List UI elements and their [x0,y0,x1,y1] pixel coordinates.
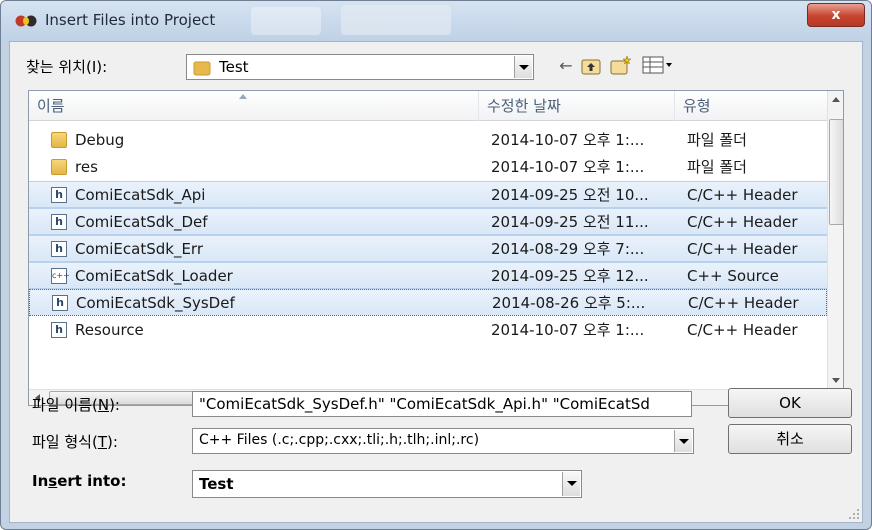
list-header: 이름 수정한 날짜 유형 [29,91,827,121]
item-name: res [75,158,98,176]
look-in-label: 찾는 위치(I): [26,58,108,76]
item-type: C/C++ Header [687,186,798,204]
item-date: 2014-10-07 오후 1:... [491,321,645,339]
list-item[interactable]: h ComiEcatSdk_SysDef 2014-08-26 오후 5:...… [29,289,827,316]
filetype-select[interactable]: C++ Files (.c;.cpp;.cxx;.tli;.h;.tlh;.in… [192,428,694,454]
item-name: Resource [75,321,144,339]
column-header-type[interactable]: 유형 [675,91,827,121]
vertical-scrollbar[interactable] [827,91,843,389]
item-date: 2014-09-25 오전 11... [491,213,649,231]
item-type: 파일 폴더 [687,158,747,176]
resize-grip-icon[interactable] [848,508,860,520]
cpp-file-icon: c++ [51,268,70,284]
ok-button[interactable]: OK [728,388,852,418]
item-name: ComiEcatSdk_Def [75,213,208,231]
scroll-up-icon[interactable] [828,91,843,108]
look-in-combo[interactable]: Test [186,54,534,80]
item-type: C/C++ Header [688,294,799,312]
folder-icon [193,61,211,76]
column-header-date[interactable]: 수정한 날짜 [479,91,675,121]
item-date: 2014-09-25 오전 10... [491,186,649,204]
list-item[interactable]: h ComiEcatSdk_Api 2014-09-25 오전 10... C/… [29,181,827,208]
insert-files-dialog: Insert Files into Project x 찾는 위치(I): Te… [0,0,872,530]
item-type: 파일 폴더 [687,131,747,149]
dialog-client-area: 찾는 위치(I): Test ← 이름 수정한 날짜 유형 Debug 2014… [9,41,863,523]
filetype-label: 파일 형식(T): [32,433,118,451]
folder-icon [51,159,67,175]
item-date: 2014-08-29 오후 7:... [491,240,645,258]
cancel-button[interactable]: 취소 [728,424,852,454]
sort-arrow-icon [239,94,247,99]
item-name: ComiEcatSdk_Api [75,186,206,204]
header-file-icon: h [51,187,67,203]
title-bar[interactable]: Insert Files into Project x [1,1,871,41]
insert-into-select[interactable]: Test [192,470,582,498]
list-item[interactable]: Debug 2014-10-07 오후 1:... 파일 폴더 [29,127,827,154]
item-name: ComiEcatSdk_Err [75,240,204,258]
header-file-icon: h [51,241,67,257]
list-item[interactable]: res 2014-10-07 오후 1:... 파일 폴더 [29,154,827,181]
header-file-icon: h [52,295,68,311]
list-item[interactable]: h ComiEcatSdk_Err 2014-08-29 오후 7:... C/… [29,235,827,262]
title-bar-glass [341,5,451,35]
item-date: 2014-10-07 오후 1:... [491,158,645,176]
close-button[interactable]: x [807,3,865,27]
scroll-thumb[interactable] [829,119,843,225]
item-name: ComiEcatSdk_Loader [75,267,233,285]
item-type: C/C++ Header [687,240,798,258]
item-date: 2014-09-25 오후 12... [491,267,649,285]
chevron-down-icon[interactable] [562,472,580,496]
new-folder-icon[interactable] [610,55,632,75]
look-in-value: Test [219,58,249,76]
chevron-down-icon[interactable] [674,430,692,452]
title-bar-glass [251,7,321,35]
item-name: Debug [75,131,125,149]
insert-into-label: Insert into: [32,472,127,490]
filetype-value: C++ Files (.c;.cpp;.cxx;.tli;.h;.tlh;.in… [199,432,480,448]
item-name: ComiEcatSdk_SysDef [76,294,235,312]
window-title: Insert Files into Project [45,11,216,29]
filename-value: "ComiEcatSdk_SysDef.h" "ComiEcatSdk_Api.… [199,395,650,413]
header-file-icon: h [51,322,67,338]
close-icon: x [831,7,841,23]
item-date: 2014-10-07 오후 1:... [491,131,645,149]
folder-icon [51,132,67,148]
back-arrow-icon[interactable]: ← [555,55,577,77]
list-item[interactable]: h Resource 2014-10-07 오후 1:... C/C++ Hea… [29,317,827,344]
view-menu-icon[interactable] [642,56,674,74]
list-item[interactable]: c++ ComiEcatSdk_Loader 2014-09-25 오후 12.… [29,262,827,289]
scroll-down-icon[interactable] [828,372,843,389]
insert-into-value: Test [199,475,234,493]
file-list[interactable]: 이름 수정한 날짜 유형 Debug 2014-10-07 오후 1:... 파… [28,90,844,406]
up-folder-icon[interactable] [581,57,601,75]
chevron-down-icon[interactable] [514,56,532,78]
item-type: C/C++ Header [687,321,798,339]
item-date: 2014-08-26 오후 5:... [492,294,646,312]
app-icon [15,15,37,27]
item-type: C/C++ Header [687,213,798,231]
filename-label: 파일 이름(N): [32,396,120,414]
list-item[interactable]: h ComiEcatSdk_Def 2014-09-25 오전 11... C/… [29,208,827,235]
item-type: C++ Source [687,267,779,285]
filename-input[interactable]: "ComiEcatSdk_SysDef.h" "ComiEcatSdk_Api.… [192,391,692,417]
column-header-name[interactable]: 이름 [29,91,479,121]
header-file-icon: h [51,214,67,230]
